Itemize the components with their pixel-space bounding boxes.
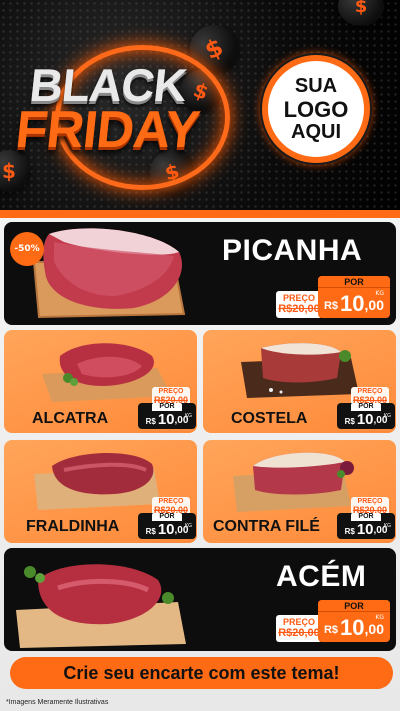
product-card-alcatra: ALCATRA PREÇO R$20,00 POR R$ 10 ,00 KG (4, 330, 197, 433)
logo-line: SUA (294, 74, 338, 97)
product-name: ACÉM (276, 560, 367, 593)
unit: KG (383, 413, 391, 419)
logo-line: AQUI (291, 120, 341, 143)
logo-line: LOGO (283, 96, 349, 122)
product-card-fraldinha: FRALDINHA PREÇO R$20,00 POR R$ 10 ,00 KG (4, 440, 197, 543)
price-decimal: ,00 (364, 621, 384, 637)
product-card-contra-file: CONTRA FILÉ PREÇO R$20,00 POR R$ 10 ,00 … (203, 440, 396, 543)
currency: R$ (344, 417, 355, 426)
old-price: PREÇO R$20,00 (276, 291, 322, 318)
disclaimer: *Imagens Meramente Ilustrativas (6, 699, 109, 706)
price-integer: 10 (157, 521, 175, 538)
price-tag: PREÇO R$20,00 POR R$ 10 ,00 KG (337, 385, 395, 429)
price-tag: PREÇO R$20,00 POR R$ 10 ,00 KG (138, 495, 196, 539)
old-price: PREÇO R$20,00 (276, 615, 322, 642)
new-price-label: POR (152, 513, 182, 521)
unit: KG (375, 290, 384, 297)
price-integer: 10 (356, 521, 374, 538)
price-tag: PREÇO R$20,00 POR R$ 10 ,00 KG (138, 385, 196, 429)
price-tag: PREÇO R$20,00 POR R$ 10 ,00 KG (276, 276, 390, 318)
currency: R$ (323, 624, 339, 636)
new-price-label: POR (351, 513, 381, 521)
price-integer: 10 (356, 411, 374, 428)
product-name: CONTRA FILÉ (213, 518, 320, 535)
discount-badge: -50% (10, 232, 44, 266)
price-tag: PREÇO R$20,00 POR R$ 10 ,00 KG (337, 495, 395, 539)
product-name: COSTELA (231, 410, 308, 427)
new-price: POR R$ 10 ,00 KG (318, 276, 390, 318)
new-price-label: POR (318, 600, 390, 612)
cta-banner[interactable]: Crie seu encarte com este tema! (10, 657, 393, 689)
price-decimal: ,00 (364, 297, 384, 313)
new-price: POR R$ 10 ,00 KG (337, 513, 395, 539)
accent-strip (0, 210, 400, 218)
product-name: PICANHA (222, 234, 363, 267)
new-price-label: POR (318, 276, 390, 288)
new-price: POR R$ 10 ,00 KG (337, 403, 395, 429)
product-card-picanha: -50% PICANHA PREÇO R$20,00 POR R$ 10 ,00… (4, 222, 396, 325)
price-integer: 10 (157, 411, 175, 428)
new-price: POR R$ 10 ,00 KG (318, 600, 390, 642)
unit: KG (383, 523, 391, 529)
unit: KG (184, 523, 192, 529)
product-name: FRALDINHA (26, 518, 120, 535)
new-price: POR R$ 10 ,00 KG (138, 403, 196, 429)
title-friday: FRIDAY (12, 101, 202, 159)
product-card-costela: COSTELA PREÇO R$20,00 POR R$ 10 ,00 KG (203, 330, 396, 433)
price-tag: PREÇO R$20,00 POR R$ 10 ,00 KG (276, 600, 390, 642)
unit: KG (375, 614, 384, 621)
currency: R$ (344, 527, 355, 536)
old-price-value: R$20,00 (278, 303, 320, 315)
new-price-label: POR (152, 403, 182, 411)
product-card-acem: ACÉM PREÇO R$20,00 POR R$ 10 ,00 KG (4, 548, 396, 651)
meat-image (16, 564, 186, 648)
price-integer: 10 (340, 615, 365, 640)
price-integer: 10 (340, 291, 365, 316)
currency: R$ (145, 527, 156, 536)
header-banner: $ $ $ $ $ BLACK FRIDAY SUA LOGO AQUI (0, 0, 400, 213)
product-name: ALCATRA (32, 410, 109, 427)
old-price-value: R$20,00 (278, 627, 320, 639)
unit: KG (184, 413, 192, 419)
meat-image (32, 228, 186, 319)
logo-placeholder: SUA LOGO AQUI (262, 55, 370, 163)
currency: R$ (323, 300, 339, 312)
new-price-label: POR (351, 403, 381, 411)
new-price: POR R$ 10 ,00 KG (138, 513, 196, 539)
currency: R$ (145, 417, 156, 426)
